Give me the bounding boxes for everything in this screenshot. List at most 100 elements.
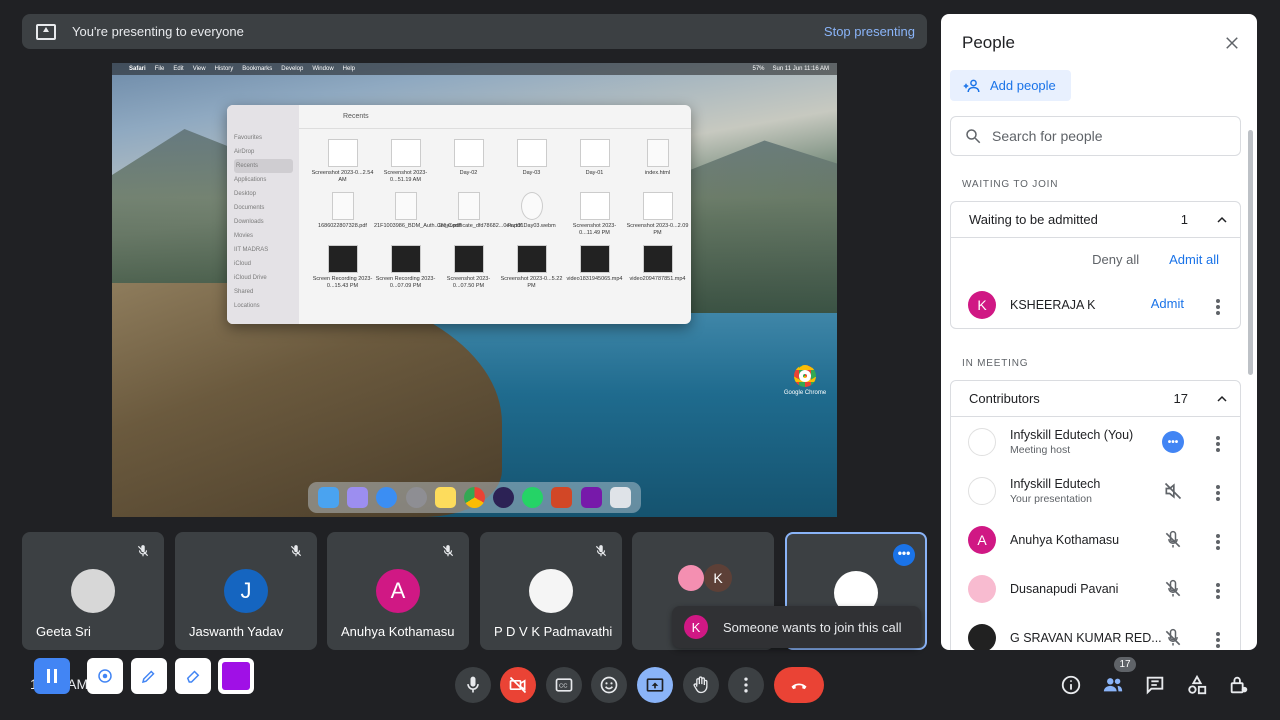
participant-tile[interactable]: A Anuhya Kothamasu [327, 532, 469, 650]
panel-scrollbar[interactable] [1248, 130, 1253, 375]
pen-button[interactable] [131, 658, 167, 694]
eclipse-dock-icon [493, 487, 515, 508]
laser-icon [98, 669, 112, 683]
file-item: 1686022807328.pdf [311, 192, 374, 237]
sidebar-item: Recents [234, 159, 293, 173]
people-icon [1103, 678, 1123, 692]
chat-icon [1146, 676, 1164, 695]
contributors-header[interactable]: Contributors 17 [951, 381, 1240, 417]
menu-item: File [154, 66, 165, 72]
menu-item: Safari [129, 66, 146, 72]
participant-row: G SRAVAN KUMAR RED... [951, 613, 1240, 650]
avatar: A [968, 525, 996, 554]
sidebar-item: IIT MADRAS [234, 247, 269, 253]
end-call-button[interactable] [774, 667, 824, 703]
participant-tile[interactable]: Geeta Sri [22, 532, 164, 650]
pause-annotation-button[interactable] [34, 658, 70, 694]
more-vert-icon[interactable] [1216, 434, 1220, 452]
admit-all-button[interactable]: Admit all [1169, 252, 1219, 267]
avatar [529, 569, 573, 613]
finder-toolbar: Recents [299, 105, 691, 129]
panel-title: People [962, 33, 1015, 52]
mic-icon [467, 676, 479, 693]
avatar: K [704, 564, 732, 592]
captions-button[interactable]: CC [546, 667, 582, 703]
file-item: Screenshot 2023-0...5.22 PM [500, 245, 563, 290]
host-controls-button[interactable] [1226, 672, 1252, 698]
person-name: KSHEERAJA K [1010, 297, 1096, 312]
activities-button[interactable] [1184, 672, 1210, 698]
mic-button[interactable] [455, 667, 491, 703]
activities-icon [1188, 674, 1207, 695]
laser-pointer-button[interactable] [87, 658, 123, 694]
deny-all-button[interactable]: Deny all [1092, 252, 1139, 267]
join-request-toast[interactable]: K Someone wants to join this call [672, 606, 921, 648]
menu-item: Edit [173, 66, 184, 72]
onenote-dock-icon [580, 487, 602, 508]
avatar: A [376, 569, 420, 613]
more-vert-icon[interactable] [1216, 297, 1220, 315]
eraser-icon [186, 670, 200, 683]
mac-clock: Sun 11 Jun 11:16 AM [772, 66, 829, 72]
more-vert-icon[interactable] [1216, 581, 1220, 599]
waiting-header[interactable]: Waiting to be admitted 1 [951, 202, 1240, 238]
menu-item: View [192, 66, 206, 72]
audio-off-icon[interactable] [1162, 480, 1184, 502]
more-options-button[interactable] [728, 667, 764, 703]
file-item: Day-02 [437, 139, 500, 184]
person-name: G SRAVAN KUMAR RED... [1010, 630, 1162, 645]
admit-button[interactable]: Admit [1151, 296, 1184, 311]
more-horizontal-icon[interactable]: ••• [1162, 431, 1184, 453]
camera-button[interactable] [500, 667, 536, 703]
more-vert-icon [744, 677, 748, 693]
search-input[interactable] [992, 128, 1222, 144]
stop-presenting-button[interactable]: Stop presenting [824, 24, 915, 39]
menu-item: Window [312, 66, 334, 72]
participant-tile[interactable]: J Jaswanth Yadav [175, 532, 317, 650]
eraser-button[interactable] [175, 658, 211, 694]
more-vert-icon[interactable] [1216, 630, 1220, 648]
shared-screen: Safari File Edit View History Bookmarks … [112, 63, 837, 517]
sidebar-item: Movies [234, 233, 254, 239]
mic-off-icon[interactable] [1162, 627, 1184, 649]
mic-off-icon [137, 545, 149, 557]
finder-title: Recents [343, 113, 369, 120]
people-button[interactable] [1100, 672, 1126, 698]
avatar [968, 427, 996, 456]
contributors-box: Contributors 17 Infyskill Edutech (You) … [950, 380, 1241, 650]
person-name: Infyskill Edutech (You) [1010, 427, 1134, 442]
more-vert-icon[interactable] [1216, 532, 1220, 550]
add-people-button[interactable]: Add people [950, 70, 1071, 101]
people-search[interactable] [950, 116, 1241, 156]
close-icon[interactable] [1223, 34, 1241, 52]
finder-window: Favourites AirDrop Recents Applications … [227, 105, 691, 324]
file-item: video1831945065.mp4 [563, 245, 626, 290]
participant-name: Anuhya Kothamasu [341, 624, 455, 639]
emoji-button[interactable] [591, 667, 627, 703]
participant-tile[interactable]: P D V K Padmavathi [480, 532, 622, 650]
battery-level: 57% [752, 66, 765, 72]
mic-off-icon[interactable] [1162, 529, 1184, 551]
mic-off-icon[interactable] [1162, 578, 1184, 600]
avatar [968, 574, 996, 603]
more-options-button[interactable]: ••• [893, 544, 915, 566]
sidebar-section: Favourites [234, 135, 263, 141]
present-button[interactable] [637, 667, 673, 703]
color-picker-button[interactable] [218, 658, 254, 694]
avatar: J [224, 569, 268, 613]
file-item: Screenshot 2023-0...2.09 PM [626, 192, 689, 237]
person-name: Dusanapudi Pavani [1010, 581, 1119, 596]
pen-icon [141, 670, 155, 684]
waiting-section-label: WAITING TO JOIN [962, 179, 1059, 190]
chat-button[interactable] [1142, 672, 1168, 698]
chrome-dock-icon [463, 487, 485, 508]
launchpad-dock-icon [347, 487, 369, 508]
raise-hand-button[interactable] [683, 667, 719, 703]
more-vert-icon[interactable] [1216, 483, 1220, 501]
participant-name: Geeta Sri [36, 624, 91, 639]
file-item: Screenshot 2023-0...51.19 AM [374, 139, 437, 184]
meeting-info-button[interactable] [1058, 672, 1084, 698]
settings-dock-icon [405, 487, 427, 508]
present-icon [646, 678, 664, 692]
hand-icon [693, 676, 708, 694]
